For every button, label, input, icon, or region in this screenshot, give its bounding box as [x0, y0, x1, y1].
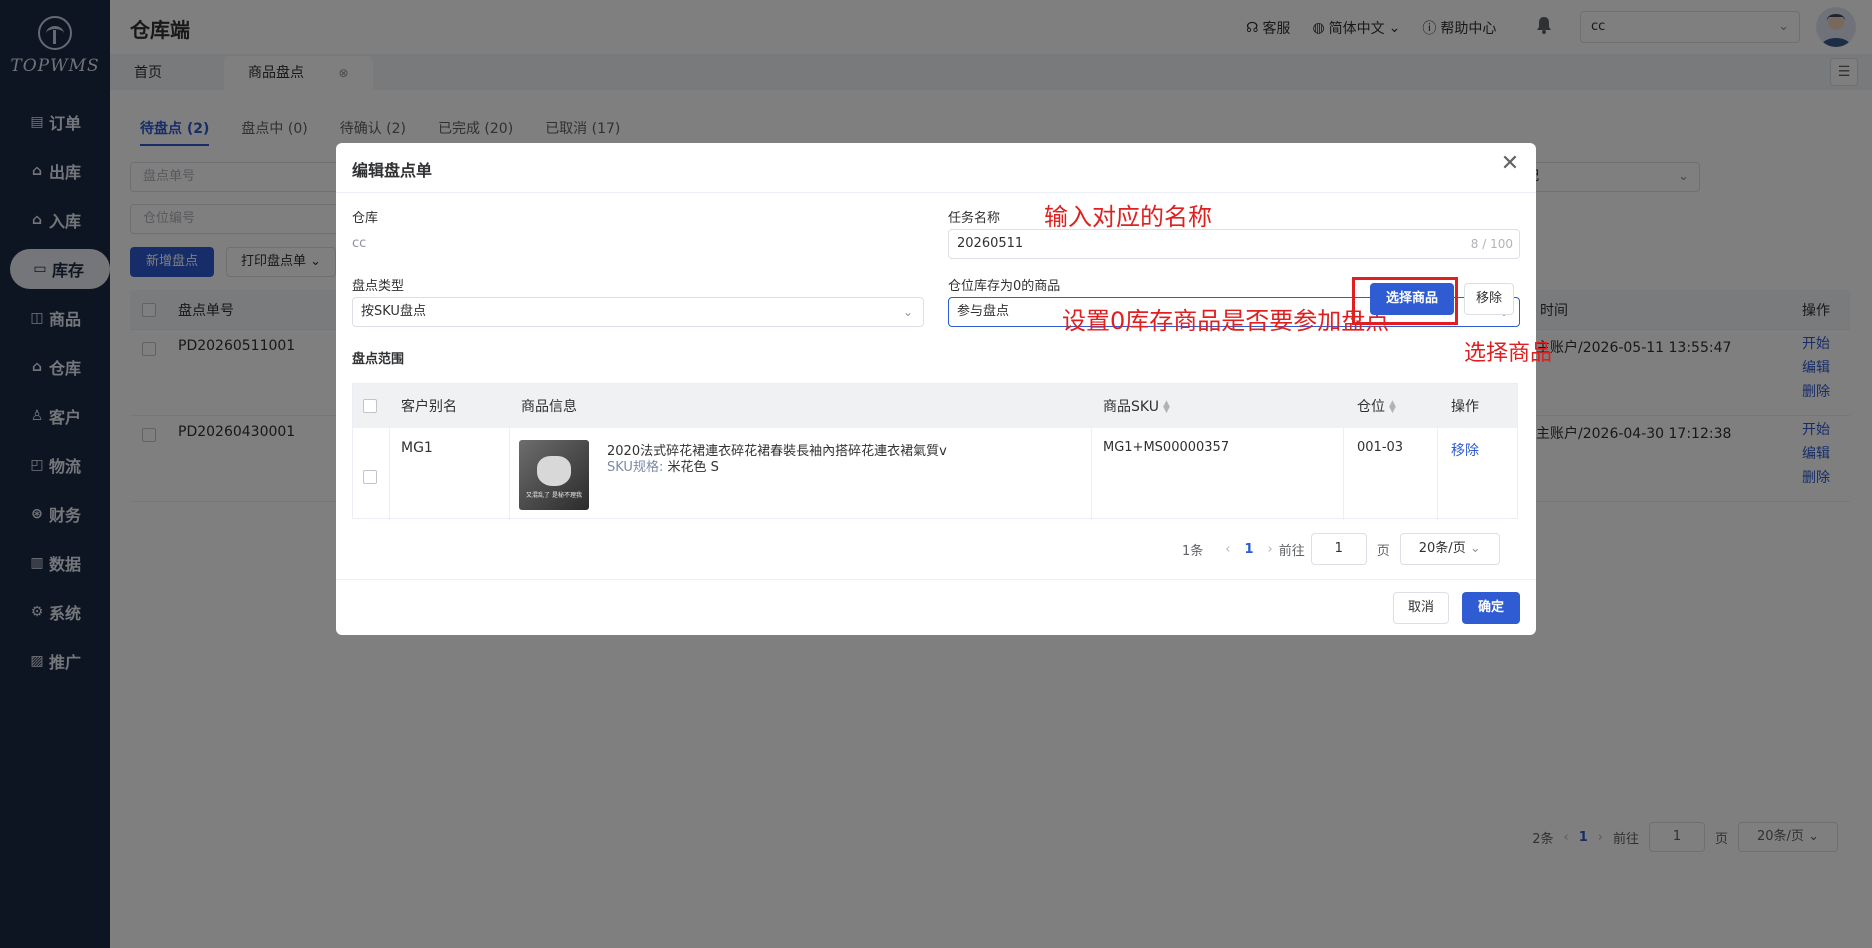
- goods-table-header: 客户别名 商品信息 商品SKU ▲ ▼ 仓位 ▲ ▼ 操作: [353, 384, 1517, 428]
- annotation-task-name: 输入对应的名称: [1044, 203, 1212, 231]
- zero-stock-value: 参与盘点: [957, 304, 1010, 319]
- header-goods-info: 商品信息: [521, 399, 577, 415]
- warehouse-label: 仓库: [352, 211, 379, 226]
- header-sku[interactable]: 商品SKU ▲ ▼: [1103, 396, 1170, 416]
- product-spec-label: SKU规格:: [607, 460, 664, 475]
- cancel-button[interactable]: 取消: [1393, 592, 1449, 624]
- header-location-label: 仓位: [1357, 399, 1385, 415]
- pager-page-input[interactable]: 1: [1310, 533, 1367, 565]
- select-all-checkbox[interactable]: [363, 399, 377, 413]
- column-divider: [1091, 428, 1092, 520]
- pager-current-page[interactable]: 1: [1244, 542, 1253, 557]
- edit-count-dialog: 编辑盘点单 ✕ 仓库 cc 任务名称 20260511 8 / 100 输入对应…: [336, 143, 1552, 635]
- header-ops: 操作: [1451, 399, 1479, 415]
- row-location: 001-03: [1357, 440, 1404, 455]
- row-checkbox[interactable]: [363, 470, 377, 484]
- header-location[interactable]: 仓位 ▲ ▼: [1357, 396, 1396, 416]
- goods-table: 客户别名 商品信息 商品SKU ▲ ▼ 仓位 ▲ ▼ 操作 MG1 又混乱了 是秘不理我…: [352, 383, 1518, 520]
- count-type-value: 按SKU盘点: [361, 304, 426, 319]
- task-name-counter: 8 / 100: [1470, 237, 1513, 251]
- row-remove-link[interactable]: 移除: [1451, 440, 1479, 460]
- chevron-left-icon[interactable]: ‹: [1225, 542, 1230, 557]
- column-divider: [509, 428, 510, 520]
- product-image-caption: 又混乱了 是秘不理我: [526, 492, 582, 499]
- pager-goto-label: 前往: [1278, 543, 1305, 559]
- select-goods-button[interactable]: 选择商品: [1370, 283, 1454, 315]
- column-divider: [389, 428, 390, 520]
- zero-stock-label: 仓位库存为0的商品: [948, 279, 1061, 294]
- product-spec-value: 米花色 S: [667, 460, 719, 475]
- header-sku-label: 商品SKU: [1103, 399, 1159, 415]
- chevron-right-icon[interactable]: ›: [1268, 542, 1273, 557]
- pager-size-value: 20条/页: [1418, 541, 1466, 556]
- warehouse-value: cc: [352, 236, 367, 251]
- count-type-select[interactable]: 按SKU盘点 ⌄: [352, 297, 924, 327]
- pager-total: 1条: [1182, 543, 1204, 559]
- chevron-down-icon: ⌄: [1469, 541, 1481, 556]
- count-type-label: 盘点类型: [352, 279, 405, 294]
- close-icon[interactable]: ✕: [1498, 153, 1522, 177]
- product-image: 又混乱了 是秘不理我: [519, 440, 589, 510]
- column-divider: [1437, 428, 1438, 520]
- annotation-select-goods: 选择商品: [1464, 341, 1553, 366]
- scope-label: 盘点范围: [352, 352, 405, 367]
- product-spec: SKU规格: 米花色 S: [607, 456, 719, 475]
- confirm-button[interactable]: 确定: [1462, 592, 1520, 624]
- row-sku: MG1+MS00000357: [1103, 440, 1230, 455]
- chevron-down-icon: ⌄: [902, 305, 913, 319]
- header-alias: 客户别名: [401, 399, 457, 415]
- task-name-label: 任务名称: [948, 211, 1001, 226]
- dialog-footer-divider: [336, 579, 1536, 580]
- dialog-header: 编辑盘点单 ✕: [336, 143, 1536, 193]
- sort-icon: ▲ ▼: [1389, 399, 1396, 415]
- column-divider: [1343, 428, 1344, 520]
- remove-button[interactable]: 移除: [1464, 283, 1514, 315]
- dialog-pagination: 1条 ‹ 1 › 前往 1 页 20条/页 ⌄: [1182, 533, 1500, 565]
- row-alias: MG1: [401, 440, 433, 456]
- pager-page-unit: 页: [1376, 543, 1390, 559]
- task-name-value: 20260511: [957, 236, 1024, 251]
- cat-face: [537, 456, 571, 486]
- annotation-zero-stock: 设置0库存商品是否要参加盘点: [1062, 307, 1390, 335]
- task-name-input[interactable]: 20260511 8 / 100: [948, 229, 1520, 259]
- sort-icon: ▲ ▼: [1162, 399, 1170, 415]
- dialog-title: 编辑盘点单: [352, 161, 433, 180]
- pager-size-select[interactable]: 20条/页 ⌄: [1399, 533, 1500, 565]
